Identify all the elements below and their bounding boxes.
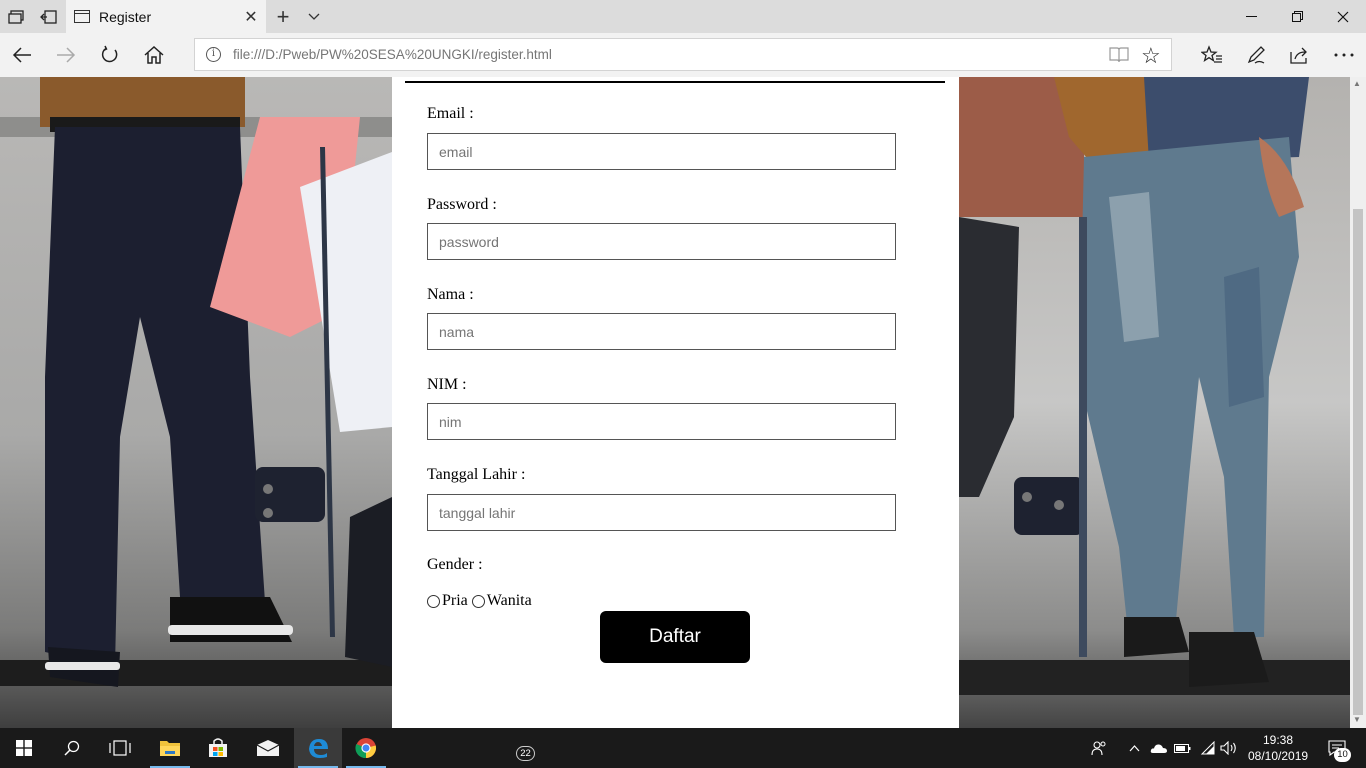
taskbar-store[interactable] xyxy=(194,728,242,768)
refresh-icon xyxy=(101,45,118,63)
nama-label: Nama : xyxy=(427,286,474,303)
store-icon xyxy=(209,738,227,757)
nim-input[interactable] xyxy=(427,403,896,440)
address-bar[interactable]: i file:///D:/Pweb/PW%20SESA%20UNGKI/regi… xyxy=(194,38,1172,71)
mail-badge: 22 xyxy=(516,746,535,761)
tabs-restore-icon[interactable] xyxy=(32,0,64,33)
clock-time: 19:38 xyxy=(1262,733,1294,747)
taskbar-chrome[interactable] xyxy=(342,728,390,768)
title-bar: Register ✕ + xyxy=(0,0,1366,33)
back-button[interactable] xyxy=(0,33,44,77)
daftar-button[interactable]: Daftar xyxy=(600,611,750,663)
onedrive-icon[interactable] xyxy=(1149,728,1169,768)
clock-date: 08/10/2019 xyxy=(1248,749,1309,763)
home-button[interactable] xyxy=(132,33,176,77)
plus-icon: + xyxy=(276,3,290,29)
minimize-button[interactable] xyxy=(1228,0,1274,33)
tabs-aside-icon[interactable] xyxy=(0,0,32,33)
nim-label: NIM : xyxy=(427,376,467,393)
email-input[interactable] xyxy=(427,133,896,170)
tanggal-lahir-label: Tanggal Lahir : xyxy=(427,466,526,483)
scroll-down-icon[interactable]: ▼ xyxy=(1353,715,1361,724)
gender-radio-wanita[interactable] xyxy=(471,594,485,608)
star-icon[interactable]: ☆ xyxy=(1141,43,1161,69)
wifi-icon[interactable] xyxy=(1197,728,1217,768)
chrome-icon xyxy=(355,738,377,759)
folder-icon xyxy=(160,741,180,756)
search-icon xyxy=(64,740,80,756)
gender-options: Pria Wanita xyxy=(427,592,536,610)
start-button[interactable] xyxy=(0,728,48,768)
restore-icon xyxy=(1291,11,1303,22)
home-icon xyxy=(144,46,164,64)
tanggal-lahir-input[interactable] xyxy=(427,494,896,531)
notes-button[interactable] xyxy=(1234,33,1278,77)
mail-icon xyxy=(256,740,280,756)
task-view-button[interactable] xyxy=(96,728,144,768)
more-icon xyxy=(1334,53,1354,57)
tab-register[interactable]: Register ✕ xyxy=(66,0,266,33)
close-window-button[interactable] xyxy=(1320,0,1366,33)
close-icon xyxy=(1337,11,1349,22)
task-view-icon xyxy=(109,740,131,756)
clock[interactable]: 19:38 08/10/2019 xyxy=(1248,732,1308,764)
notification-count: 10 xyxy=(1334,748,1351,762)
taskbar-mail[interactable]: 22 xyxy=(244,728,535,768)
battery-icon[interactable] xyxy=(1172,728,1192,768)
tab-title: Register xyxy=(99,8,152,25)
navigation-bar: i file:///D:/Pweb/PW%20SESA%20UNGKI/regi… xyxy=(0,33,1366,77)
more-button[interactable] xyxy=(1322,33,1366,77)
gender-radio-pria[interactable] xyxy=(427,594,440,608)
forward-button[interactable] xyxy=(44,33,88,77)
speaker-icon[interactable] xyxy=(1219,728,1239,768)
taskbar-file-explorer[interactable] xyxy=(146,728,194,768)
chevron-down-icon xyxy=(308,13,320,20)
page-icon xyxy=(74,10,90,23)
gender-option-wanita[interactable]: Wanita xyxy=(487,592,532,610)
background-photo-left xyxy=(0,77,392,728)
info-icon[interactable]: i xyxy=(206,47,221,62)
favorites-list-icon xyxy=(1201,45,1222,63)
tab-preview-button[interactable] xyxy=(302,0,326,33)
password-input[interactable] xyxy=(427,223,896,260)
windows-logo-icon xyxy=(16,740,32,756)
chevron-up-icon[interactable] xyxy=(1126,728,1142,768)
restore-button[interactable] xyxy=(1274,0,1320,33)
pen-icon xyxy=(1247,46,1265,64)
minimize-icon xyxy=(1245,15,1257,17)
forward-arrow-icon xyxy=(57,47,76,63)
email-label: Email : xyxy=(427,105,474,122)
register-form: Email : Password : Nama : NIM : Tanggal … xyxy=(392,77,959,728)
close-tab-icon[interactable]: ✕ xyxy=(236,7,266,27)
background-photo-right xyxy=(959,77,1350,728)
edge-icon xyxy=(309,739,328,758)
share-button[interactable] xyxy=(1278,33,1322,77)
scrollbar-thumb[interactable] xyxy=(1353,209,1363,715)
search-button[interactable] xyxy=(48,728,96,768)
password-label: Password : xyxy=(427,196,497,213)
gender-label: Gender : xyxy=(427,556,483,573)
form-divider xyxy=(405,81,945,83)
nama-input[interactable] xyxy=(427,313,896,350)
page-viewport: Email : Password : Nama : NIM : Tanggal … xyxy=(0,77,1350,728)
address-url[interactable]: file:///D:/Pweb/PW%20SESA%20UNGKI/regist… xyxy=(233,47,552,62)
taskbar-edge[interactable] xyxy=(294,728,342,768)
page-scrollbar[interactable]: ▲ ▼ xyxy=(1350,77,1366,728)
share-icon xyxy=(1290,47,1307,64)
refresh-button[interactable] xyxy=(88,33,132,77)
book-icon[interactable] xyxy=(1109,46,1129,63)
back-arrow-icon xyxy=(12,47,31,63)
scroll-up-icon[interactable]: ▲ xyxy=(1353,79,1361,88)
new-tab-button[interactable]: + xyxy=(270,0,296,33)
favorites-hub-button[interactable] xyxy=(1190,33,1234,77)
gender-option-pria[interactable]: Pria xyxy=(442,592,468,610)
taskbar: 22 19:38 08/10/2019 10 xyxy=(0,728,1366,768)
people-icon[interactable] xyxy=(1088,728,1110,768)
action-center-button[interactable]: 10 xyxy=(1322,728,1352,768)
